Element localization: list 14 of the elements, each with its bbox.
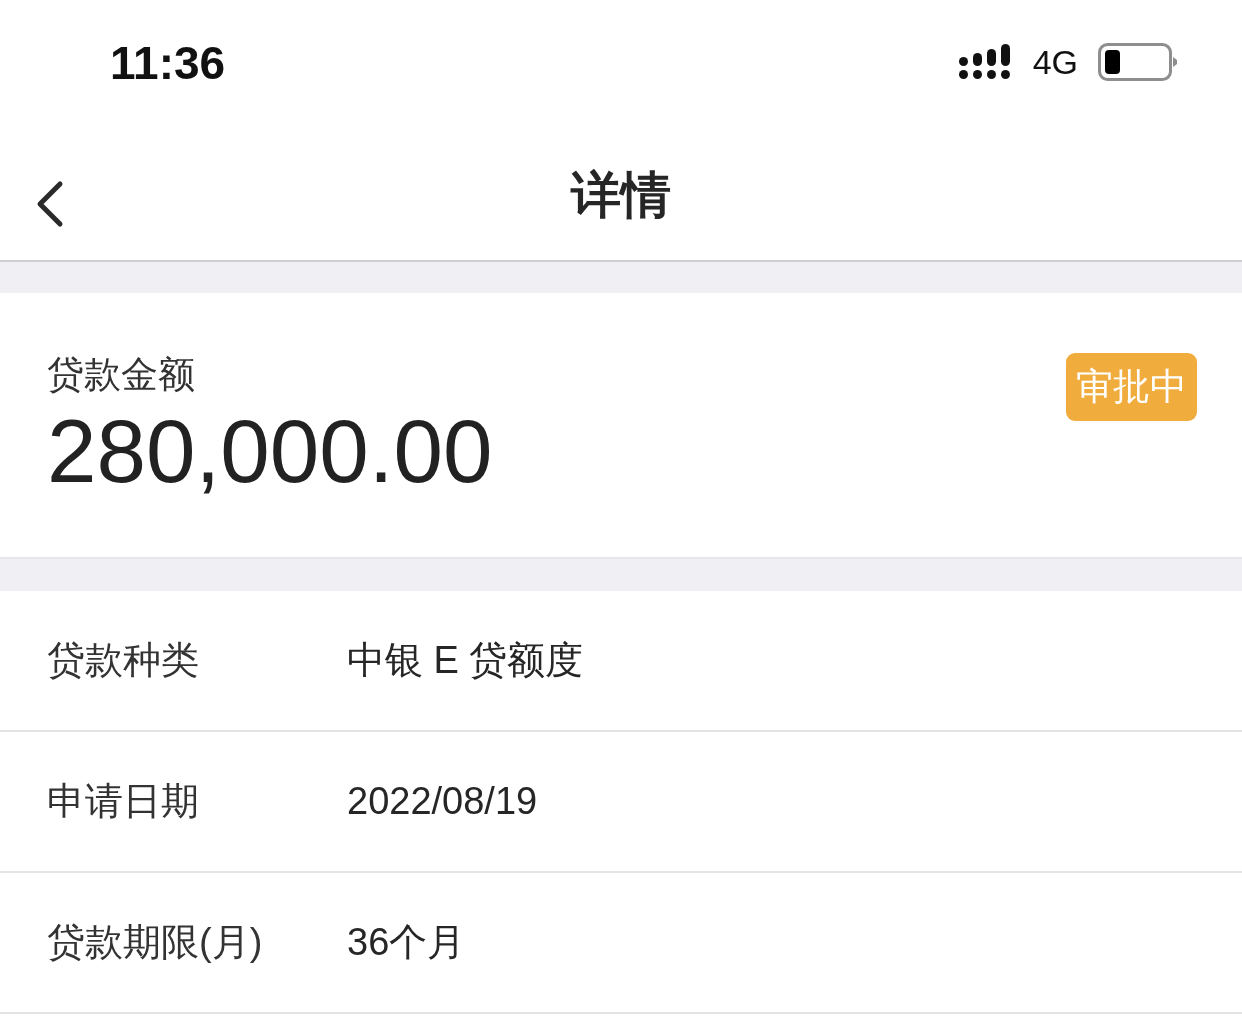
status-time: 11:36 xyxy=(110,36,226,90)
loan-amount: 280,000.00 xyxy=(47,401,493,501)
amount-label: 贷款金额 xyxy=(47,353,195,397)
detail-label: 贷款种类 xyxy=(47,638,199,683)
page-title: 详情 xyxy=(571,165,671,225)
signal-icon xyxy=(958,44,1011,80)
detail-value: 36个月 xyxy=(347,920,466,965)
detail-value: 2022/08/19 xyxy=(347,780,538,823)
detail-label: 贷款期限(月) xyxy=(47,920,263,965)
battery-icon xyxy=(1098,43,1178,81)
status-badge: 审批中 xyxy=(1066,353,1197,421)
detail-label: 申请日期 xyxy=(47,779,199,824)
detail-value: 中银 E 贷额度 xyxy=(347,638,584,683)
network-type: 4G xyxy=(1032,42,1078,82)
